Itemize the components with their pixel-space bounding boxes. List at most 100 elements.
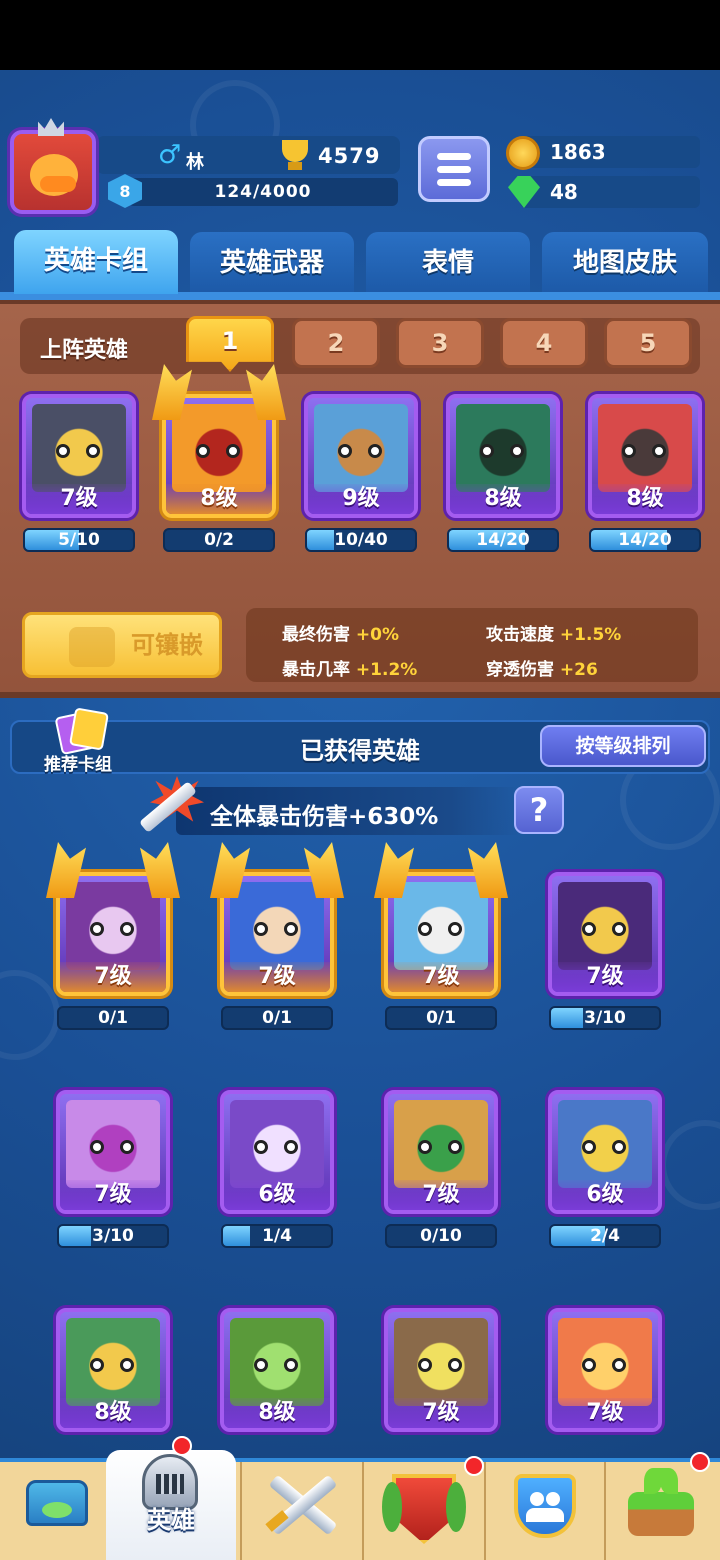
gem-amount: 48 [550,180,578,204]
hero-card[interactable]: 9级 [304,394,418,518]
hero-card[interactable]: 7级 [548,1308,662,1432]
lineup-label: 上阵英雄 [40,338,129,363]
hero-card[interactable]: 6级 [220,1090,334,1214]
sprout-island-icon [628,1492,694,1536]
hero-eye [254,1358,268,1372]
hero-eye [254,922,268,936]
hero-eye [120,1140,134,1154]
hero-card[interactable]: 8级 [588,394,702,518]
hero-portrait [558,1100,652,1188]
hero-card[interactable]: 8级 [446,394,560,518]
nav-heroes-label: 英雄 [147,1506,195,1534]
hero-level: 8级 [166,484,272,514]
hero-eye [612,1358,626,1372]
hero-eye [582,922,596,936]
hero-eye [368,444,382,458]
hero-level: 7级 [60,962,166,992]
stat-label: 暴击几率 [282,660,350,680]
nav-shop[interactable] [0,1462,106,1560]
progress-text: 14/20 [476,530,530,550]
help-button[interactable]: ? [514,786,564,834]
stat-value: +1.2% [355,660,418,680]
tab-hero-deck[interactable]: 英雄卡组 [14,230,178,294]
hero-level: 7级 [388,1180,494,1210]
hero-eye [582,1140,596,1154]
hero-eye [418,1140,432,1154]
hero-eye [418,1358,432,1372]
hero-eye [448,1358,462,1372]
hero-eye [56,444,70,458]
player-name: 林 [186,152,204,173]
hero-eye [510,444,524,458]
lineup-slot-5[interactable]: 5 [604,318,692,368]
hero-eye [652,444,666,458]
hero-card-progress: 3/10 [57,1224,169,1248]
male-icon: ♂ [158,140,182,170]
hero-card-progress: 0/2 [163,528,275,552]
nav-clan[interactable] [364,1462,484,1560]
hero-level: 7级 [388,1398,494,1428]
hero-level: 6级 [552,1180,658,1210]
hero-card-progress: 0/1 [385,1006,497,1030]
tab-map-skins[interactable]: 地图皮肤 [542,232,708,292]
hero-eye [284,1358,298,1372]
xp-bar: 124/4000 [128,178,398,206]
hero-card[interactable]: 7级 [548,872,662,996]
hero-portrait [66,882,160,970]
hero-portrait [598,404,692,492]
hero-level: 7级 [26,484,132,514]
gold-bar [520,136,700,168]
hero-card[interactable]: 7级 [384,1308,498,1432]
friends-icon [514,1474,576,1538]
tab-emotes[interactable]: 表情 [366,232,530,292]
progress-text: 14/20 [618,530,672,550]
hero-eye [622,444,636,458]
hero-eye [612,1140,626,1154]
hero-card-progress: 14/20 [589,528,701,552]
lineup-slot-3[interactable]: 3 [396,318,484,368]
stat-attack-speed: 攻击速度 +1.5% [486,620,621,645]
tab-hero-weapons[interactable]: 英雄武器 [190,232,354,292]
hero-card[interactable]: 7级 [22,394,136,518]
notification-dot [172,1436,192,1456]
hero-eye [90,922,104,936]
stat-crit-chance: 暴击几率 +1.2% [282,655,417,680]
hero-card[interactable]: 7级 [56,1090,170,1214]
hero-portrait [66,1100,160,1188]
stat-label: 穿透伤害 [486,660,554,680]
hero-level: 7级 [60,1180,166,1210]
hero-card[interactable]: 7级 [384,1090,498,1214]
progress-text: 2/4 [590,1226,620,1246]
hero-level: 8级 [592,484,698,514]
inlay-button[interactable]: 可镶嵌 [22,612,222,678]
nav-battle[interactable] [242,1462,362,1560]
lineup-slot-2[interactable]: 2 [292,318,380,368]
player-avatar[interactable] [10,130,96,214]
stat-value: +26 [559,660,598,680]
hero-card[interactable]: 8级 [56,1308,170,1432]
hero-card[interactable]: 6级 [548,1090,662,1214]
nav-social[interactable] [486,1462,604,1560]
sort-by-level-button[interactable]: 按等级排列 [540,725,706,767]
nav-garden[interactable] [606,1462,720,1560]
hero-portrait [230,1100,324,1188]
hero-eye [90,1140,104,1154]
hero-eye [196,444,210,458]
hero-portrait [172,404,266,492]
stat-label: 最终伤害 [282,625,350,645]
hero-eye [448,1140,462,1154]
progress-text: 10/40 [334,530,388,550]
avatar-beak [40,176,76,192]
progress-fill [307,530,334,550]
trophy-icon [276,140,314,170]
hero-card-progress: 14/20 [447,528,559,552]
hero-level: 7级 [388,962,494,992]
lineup-slot-4[interactable]: 4 [500,318,588,368]
progress-text: 3/10 [92,1226,134,1246]
hero-portrait [32,404,126,492]
progress-fill [551,1008,584,1028]
hero-card-progress: 1/4 [221,1224,333,1248]
menu-button[interactable] [418,136,490,202]
hero-card[interactable]: 8级 [220,1308,334,1432]
progress-text: 0/10 [420,1226,462,1246]
